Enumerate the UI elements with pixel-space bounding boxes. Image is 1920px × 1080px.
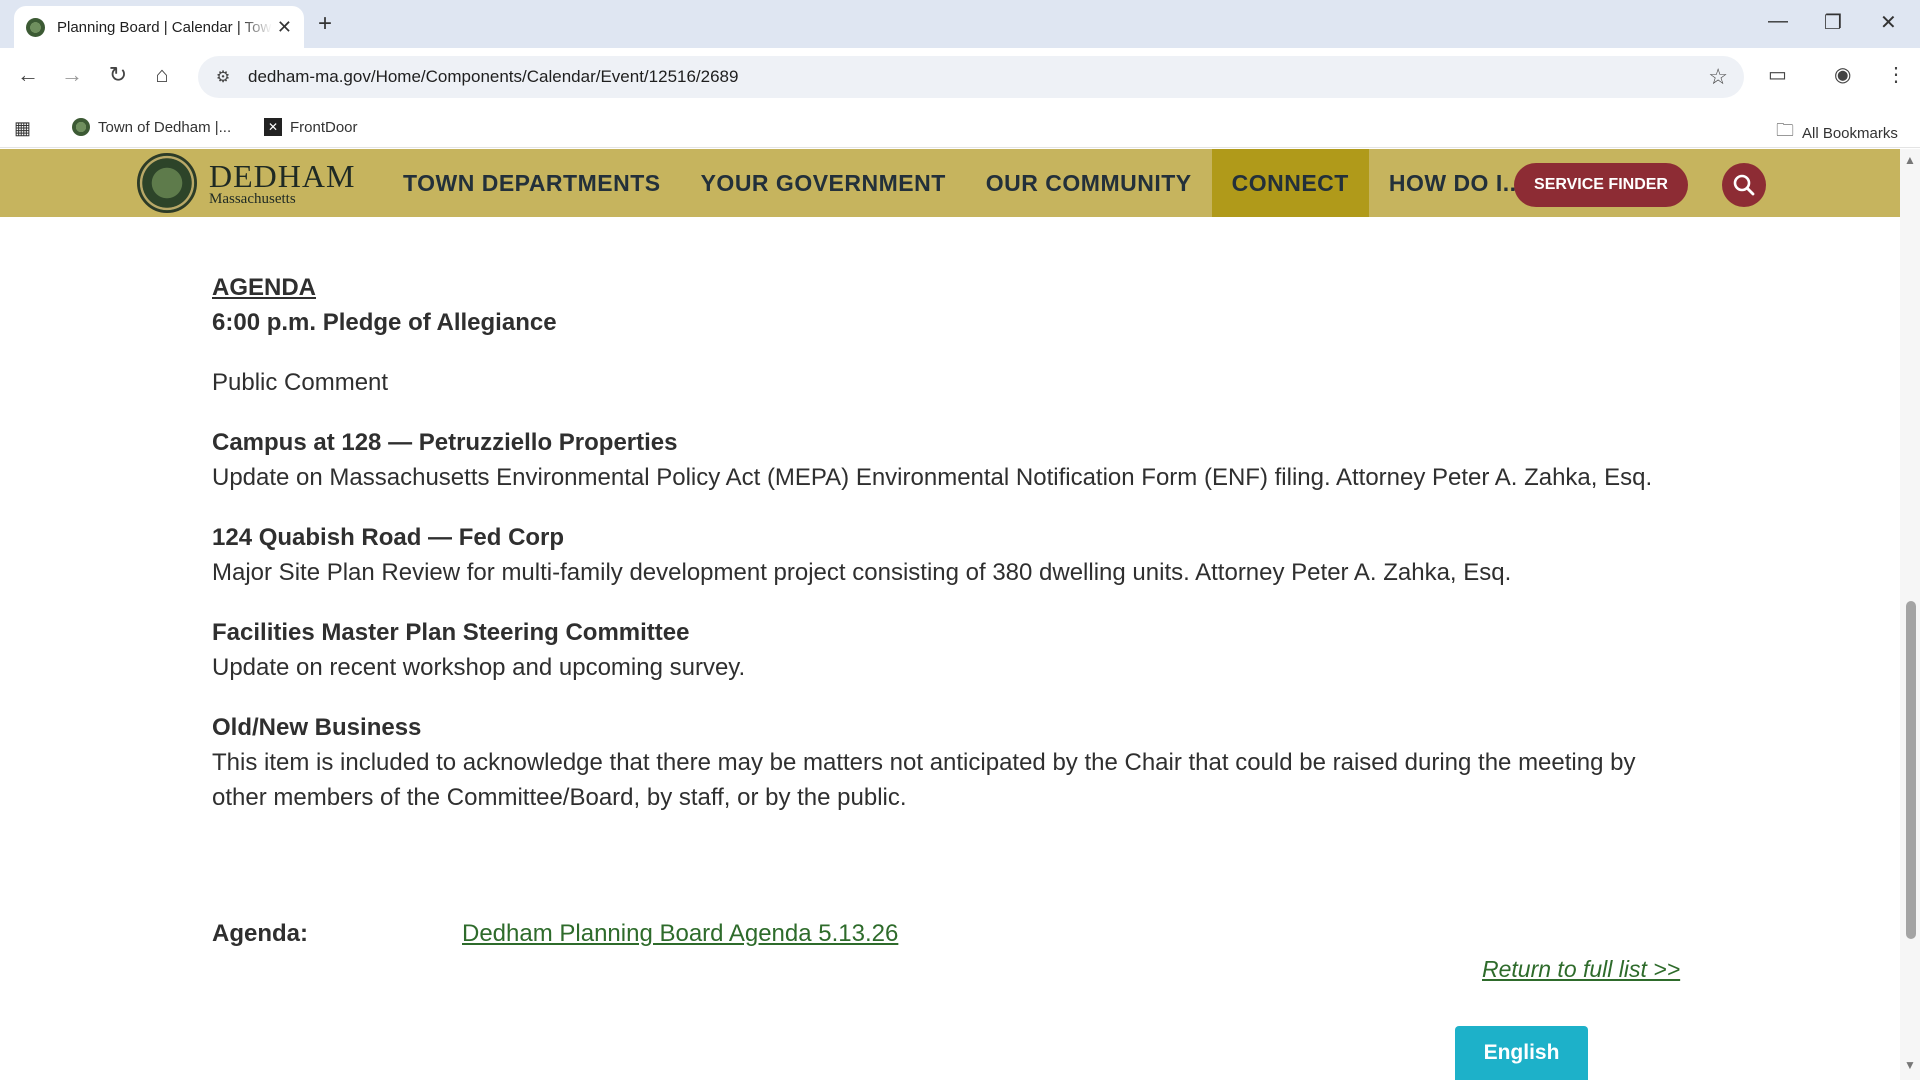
site-header: DEDHAM Massachusetts TOWN DEPARTMENTS YO…	[0, 149, 1900, 217]
scroll-down-arrow-icon[interactable]: ▼	[1904, 1058, 1916, 1072]
window-close-icon[interactable]: ✕	[1880, 10, 1897, 35]
agenda-item-title: Old/New Business	[212, 714, 422, 741]
service-finder-button[interactable]: SERVICE FINDER	[1514, 163, 1688, 207]
menu-kebab-icon[interactable]: ⋮	[1886, 62, 1906, 87]
agenda-item-text: This item is included to acknowledge tha…	[212, 749, 1636, 811]
new-tab-button[interactable]: +	[318, 10, 332, 38]
dedham-logo[interactable]: DEDHAM Massachusetts	[137, 153, 355, 213]
browser-tab-bar: Planning Board | Calendar | Town of Dedh…	[0, 0, 1920, 48]
return-to-full-list-link[interactable]: Return to full list >>	[1482, 956, 1680, 983]
minimize-icon[interactable]: —	[1768, 10, 1788, 33]
bookmark-frontdoor[interactable]: ✕ FrontDoor	[264, 118, 358, 136]
close-tab-icon[interactable]: ✕	[277, 17, 292, 38]
dedham-favicon-icon	[26, 17, 45, 37]
bookmark-label: FrontDoor	[290, 118, 358, 136]
agenda-item-title: 124 Quabish Road — Fed Corp	[212, 524, 565, 551]
cast-icon[interactable]: ▭	[1768, 62, 1787, 87]
bookmark-town-of-dedham[interactable]: Town of Dedham |...	[72, 118, 231, 136]
agenda-item-text: Major Site Plan Review for multi-family …	[212, 559, 1512, 586]
page-scrollbar[interactable]: ▲ ▼	[1900, 149, 1920, 1080]
agenda-document-link[interactable]: Dedham Planning Board Agenda 5.13.26	[462, 920, 898, 948]
agenda-item-title: Facilities Master Plan Steering Committe…	[212, 619, 690, 646]
back-arrow-icon[interactable]: ←	[14, 62, 42, 88]
search-button[interactable]	[1722, 163, 1766, 207]
agenda-item-title: Campus at 128 — Petruzziello Properties	[212, 429, 678, 456]
tab-title: Planning Board | Calendar | Town of Dedh…	[57, 18, 272, 36]
nav-our-community[interactable]: OUR COMMUNITY	[966, 149, 1212, 217]
agenda-attachment-row: Agenda: Dedham Planning Board Agenda 5.1…	[212, 920, 1692, 948]
main-navigation: TOWN DEPARTMENTS YOUR GOVERNMENT OUR COM…	[383, 149, 1543, 217]
agenda-item: Facilities Master Plan Steering Committe…	[212, 615, 1692, 685]
language-selector-button[interactable]: English	[1455, 1026, 1588, 1080]
public-comment: Public Comment	[212, 369, 389, 396]
agenda-item: Old/New Business This item is included t…	[212, 710, 1692, 815]
restore-icon[interactable]: ❐	[1824, 10, 1842, 35]
nav-your-government[interactable]: YOUR GOVERNMENT	[681, 149, 966, 217]
address-bar[interactable]: ⚙ dedham-ma.gov/Home/Components/Calendar…	[198, 56, 1744, 98]
all-bookmarks[interactable]: 🗀 All Bookmarks	[1776, 118, 1898, 148]
scroll-up-arrow-icon[interactable]: ▲	[1904, 153, 1916, 167]
bookmark-star-icon[interactable]: ☆	[1708, 64, 1728, 90]
site-settings-icon[interactable]: ⚙	[212, 66, 234, 88]
agenda-item: Campus at 128 — Petruzziello Properties …	[212, 425, 1692, 495]
agenda-item: 124 Quabish Road — Fed Corp Major Site P…	[212, 520, 1692, 590]
url-text[interactable]: dedham-ma.gov/Home/Components/Calendar/E…	[248, 67, 738, 87]
search-icon	[1733, 174, 1755, 196]
scroll-thumb[interactable]	[1906, 601, 1916, 939]
home-icon[interactable]: ⌂	[148, 62, 176, 88]
agenda-item-text: Update on Massachusetts Environmental Po…	[212, 464, 1653, 491]
frontdoor-favicon-icon: ✕	[264, 118, 282, 136]
apps-grid-icon[interactable]: ▦	[14, 118, 31, 139]
all-bookmarks-label: All Bookmarks	[1802, 124, 1898, 142]
folder-icon: 🗀	[1776, 120, 1794, 140]
bookmarks-bar: ▦ Town of Dedham |... ✕ FrontDoor 🗀 All …	[0, 108, 1920, 148]
reload-icon[interactable]: ↻	[104, 62, 132, 88]
bookmark-label: Town of Dedham |...	[98, 118, 232, 136]
dedham-favicon-icon	[72, 118, 90, 136]
event-agenda-content: AGENDA 6:00 p.m. Pledge of Allegiance Pu…	[212, 270, 1692, 815]
agenda-item-text: Update on recent workshop and upcoming s…	[212, 654, 746, 681]
logo-subtitle: Massachusetts	[209, 190, 296, 207]
agenda-label: Agenda:	[212, 920, 308, 947]
profile-icon[interactable]: ◉	[1834, 62, 1851, 87]
browser-toolbar: ← → ↻ ⌂ ⚙ dedham-ma.gov/Home/Components/…	[0, 48, 1920, 108]
agenda-heading: AGENDA	[212, 274, 317, 301]
forward-arrow-icon[interactable]: →	[58, 62, 86, 88]
nav-town-departments[interactable]: TOWN DEPARTMENTS	[383, 149, 681, 217]
logo-name: DEDHAM	[209, 157, 356, 194]
pledge-item: 6:00 p.m. Pledge of Allegiance	[212, 309, 557, 336]
browser-tab[interactable]: Planning Board | Calendar | Town of Dedh…	[14, 6, 304, 48]
nav-connect[interactable]: CONNECT	[1211, 149, 1369, 217]
town-seal-icon	[137, 153, 197, 213]
